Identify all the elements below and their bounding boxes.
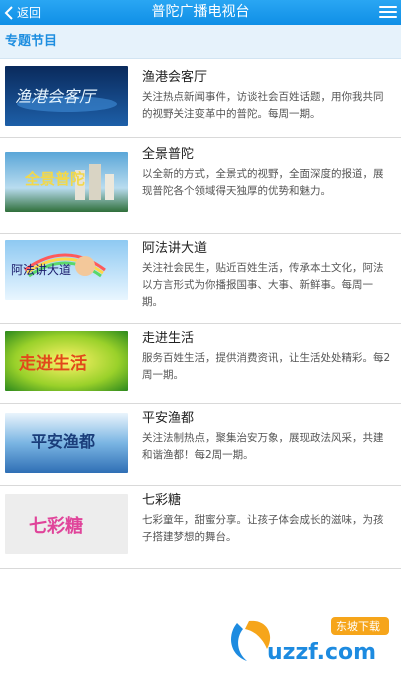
watermark-text: uzzf.com — [267, 640, 376, 665]
program-description: 以全新的方式，全景式的视野，全面深度的报道，展现普陀各个领域得天独厚的优势和魅力… — [142, 168, 384, 197]
program-description: 七彩童年，甜蜜分享。让孩子体会成长的滋味，为孩子搭建梦想的舞台。 — [142, 514, 384, 543]
program-title: 阿法讲大道 — [142, 241, 208, 256]
program-thumbnail: 渔港会客厅 — [5, 66, 128, 126]
list-item[interactable]: 走进生活 走进生活 服务百姓生活，提供消费资讯，让生活处处精彩。每2周一期。 — [0, 324, 401, 404]
program-description: 关注社会民生，贴近百姓生活，传承本土文化，阿法以方言形式为你播报国事、大事、新鲜… — [142, 262, 384, 308]
program-thumbnail: 走进生活 — [5, 331, 128, 391]
svg-text:全景普陀: 全景普陀 — [24, 170, 85, 188]
svg-text:渔港会客厅: 渔港会客厅 — [15, 87, 98, 106]
menu-icon[interactable] — [379, 4, 397, 20]
program-title: 渔港会客厅 — [142, 70, 208, 85]
program-thumbnail: 七彩糖 — [5, 494, 128, 554]
program-description: 服务百姓生活，提供消费资讯，让生活处处精彩。每2周一期。 — [142, 352, 391, 381]
list-item[interactable]: 全景普陀 全景普陀 以全新的方式，全景式的视野，全面深度的报道，展现普陀各个领域… — [0, 138, 401, 234]
program-title: 平安渔都 — [142, 411, 195, 426]
watermark-badge: 东坡下载 — [336, 620, 380, 633]
list-item[interactable]: 渔港会客厅 渔港会客厅 关注热点新闻事件，访谈社会百姓话题，用你我共同的视野关注… — [0, 59, 401, 138]
program-title: 走进生活 — [142, 331, 195, 346]
program-list: 渔港会客厅 渔港会客厅 关注热点新闻事件，访谈社会百姓话题，用你我共同的视野关注… — [0, 59, 401, 569]
list-item[interactable]: 七彩糖 七彩糖 七彩童年，甜蜜分享。让孩子体会成长的滋味，为孩子搭建梦想的舞台。 — [0, 486, 401, 569]
page-title: 普陀广播电视台 — [151, 4, 250, 20]
program-title: 七彩糖 — [142, 493, 182, 508]
svg-text:走进生活: 走进生活 — [19, 353, 87, 374]
svg-text:七彩糖: 七彩糖 — [29, 515, 83, 537]
svg-text:平安渔都: 平安渔都 — [31, 432, 95, 451]
svg-text:阿法讲大道: 阿法讲大道 — [11, 262, 71, 277]
top-bar: 返回 普陀广播电视台 — [0, 0, 401, 25]
program-description: 关注法制热点，聚集治安万象，展现政法风采，共建和谐渔都！每2周一期。 — [142, 432, 384, 461]
program-thumbnail: 全景普陀 — [5, 152, 128, 212]
watermark-logo: uzzf.com 东坡下载 — [223, 611, 393, 671]
list-item[interactable]: 平安渔都 平安渔都 关注法制热点，聚集治安万象，展现政法风采，共建和谐渔都！每2… — [0, 404, 401, 486]
list-item[interactable]: 阿法讲大道 阿法讲大道 关注社会民生，贴近百姓生活，传承本土文化，阿法以方言形式… — [0, 234, 401, 324]
program-description: 关注热点新闻事件，访谈社会百姓话题，用你我共同的视野关注变革中的普陀。每周一期。 — [142, 91, 384, 120]
program-thumbnail: 平安渔都 — [5, 413, 128, 473]
program-title: 全景普陀 — [142, 147, 195, 162]
section-header: 专题节目 — [0, 25, 401, 59]
program-thumbnail: 阿法讲大道 — [5, 240, 128, 300]
